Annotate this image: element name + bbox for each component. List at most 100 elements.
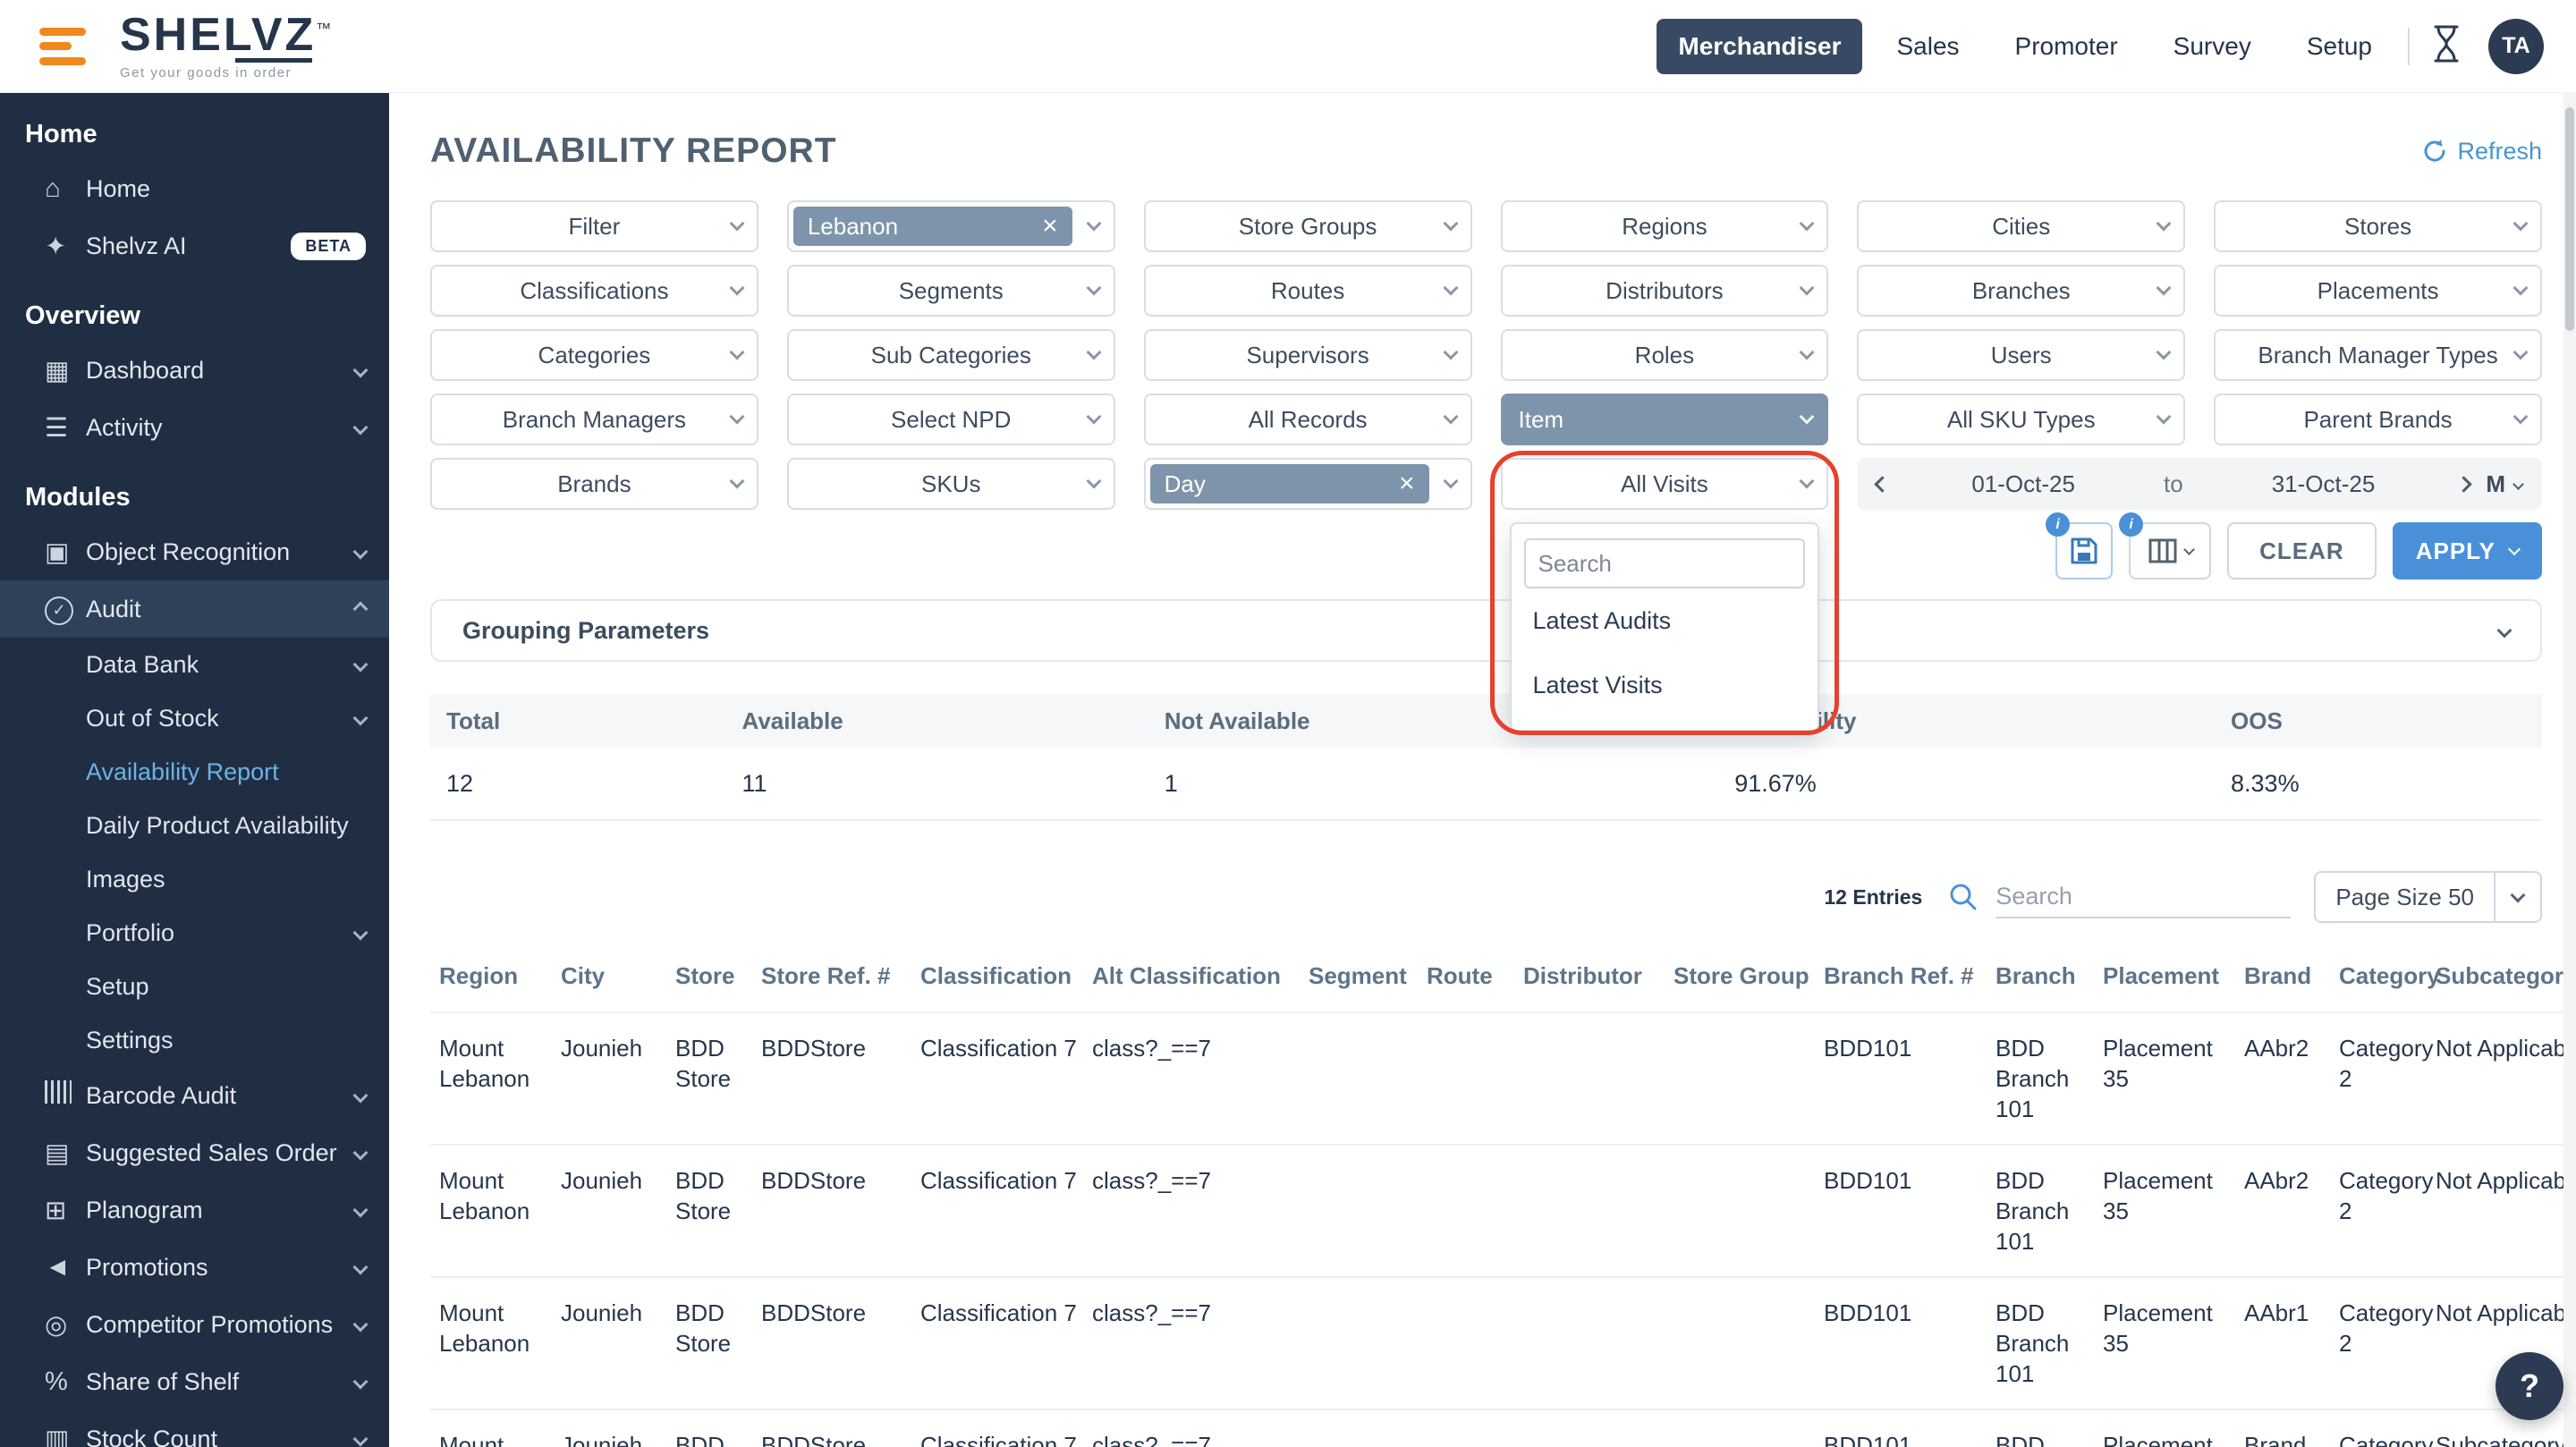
- chevron-down-icon: [2512, 478, 2524, 490]
- sidebar-item-promotions[interactable]: ◄ Promotions: [0, 1239, 389, 1296]
- stores-dropdown[interactable]: Stores: [2214, 200, 2542, 252]
- brands-dropdown[interactable]: Brands: [430, 458, 758, 510]
- sidebar-item-object-recognition[interactable]: ▣ Object Recognition: [0, 523, 389, 580]
- divider: [2408, 28, 2410, 65]
- branch-managers-dropdown[interactable]: Branch Managers: [430, 393, 758, 445]
- roles-dropdown[interactable]: Roles: [1501, 329, 1829, 381]
- users-dropdown[interactable]: Users: [1857, 329, 2185, 381]
- table-cell: class?_==7: [1092, 1012, 1309, 1145]
- vertical-scrollbar[interactable]: [2563, 93, 2576, 1447]
- dropdown-option-latest-audits[interactable]: Latest Audits: [1524, 588, 1806, 653]
- sidebar-item-barcode-audit[interactable]: Barcode Audit: [0, 1067, 389, 1124]
- table-cell: AAbr1: [2244, 1277, 2339, 1409]
- search-icon[interactable]: [1945, 879, 1981, 915]
- skus-dropdown[interactable]: SKUs: [787, 458, 1115, 510]
- sidebar-item-share-of-shelf[interactable]: % Share of Shelf: [0, 1353, 389, 1410]
- date-range-picker[interactable]: 01-Oct-25 to 31-Oct-25 M: [1857, 458, 2542, 510]
- sidebar-item-shelvz-ai[interactable]: ✦ Shelvz AI BETA: [0, 217, 389, 275]
- availability-data-table: Region City Store Store Ref. # Classific…: [430, 962, 2576, 1447]
- summary-header-total: Total: [430, 707, 726, 735]
- country-dropdown[interactable]: Lebanon×: [787, 200, 1115, 252]
- brand-logo[interactable]: SHELVZ™ Get your goods in order: [120, 12, 334, 80]
- remove-chip-icon[interactable]: ×: [1042, 213, 1058, 240]
- col-header-distributor: Distributor: [1523, 962, 1674, 1012]
- chevron-down-icon: [353, 1317, 369, 1333]
- chevron-down-button[interactable]: [2494, 873, 2540, 921]
- sidebar-item-availability-report[interactable]: Availability Report: [0, 745, 389, 799]
- table-cell: BDDStore: [761, 1145, 920, 1277]
- all-sku-types-dropdown[interactable]: All SKU Types: [1857, 393, 2185, 445]
- next-period-icon[interactable]: [2456, 476, 2472, 492]
- select-npd-dropdown[interactable]: Select NPD: [787, 393, 1115, 445]
- sidebar-item-out-of-stock[interactable]: Out of Stock: [0, 691, 389, 745]
- nav-tab-merchandiser[interactable]: Merchandiser: [1657, 19, 1862, 74]
- branches-dropdown[interactable]: Branches: [1857, 265, 2185, 317]
- sidebar-item-data-bank[interactable]: Data Bank: [0, 638, 389, 691]
- date-end[interactable]: 31-Oct-25: [2189, 470, 2459, 498]
- sidebar-item-planogram[interactable]: ⊞ Planogram: [0, 1181, 389, 1239]
- refresh-button[interactable]: Refresh: [2421, 138, 2542, 165]
- dropdown-option-latest-visits[interactable]: Latest Visits: [1524, 653, 1806, 717]
- save-filter-button[interactable]: i: [2055, 522, 2113, 580]
- placements-dropdown[interactable]: Placements: [2214, 265, 2542, 317]
- segments-dropdown[interactable]: Segments: [787, 265, 1115, 317]
- sidebar-item-stock-count[interactable]: ▥ Stock Count: [0, 1410, 389, 1447]
- cities-dropdown[interactable]: Cities: [1857, 200, 2185, 252]
- filter-dropdown[interactable]: Filter: [430, 200, 758, 252]
- sub-categories-dropdown[interactable]: Sub Categories: [787, 329, 1115, 381]
- scrollbar-thumb[interactable]: [2565, 107, 2574, 331]
- table-cell: [1427, 1145, 1523, 1277]
- period-dropdown[interactable]: Day×: [1144, 458, 1472, 510]
- item-dropdown[interactable]: Item: [1501, 393, 1829, 445]
- nav-tab-survey[interactable]: Survey: [2152, 19, 2273, 74]
- entries-count: 12 Entries: [1824, 885, 1922, 910]
- apply-button[interactable]: APPLY: [2393, 522, 2542, 580]
- sidebar-item-setup[interactable]: Setup: [0, 960, 389, 1013]
- chevron-down-icon: [729, 281, 744, 296]
- store-groups-dropdown[interactable]: Store Groups: [1144, 200, 1472, 252]
- clear-button[interactable]: CLEAR: [2227, 522, 2377, 580]
- audit-icon: ✓: [45, 593, 86, 625]
- grouping-parameters-section[interactable]: Grouping Parameters: [430, 599, 2542, 662]
- chevron-down-icon: [729, 410, 744, 425]
- table-row: Mount Lebanon Jounieh BDD Store BDDStore…: [430, 1277, 2576, 1409]
- hamburger-menu-icon[interactable]: [39, 28, 86, 65]
- nav-tab-setup[interactable]: Setup: [2285, 19, 2394, 74]
- visits-search-input[interactable]: [1524, 538, 1806, 588]
- routes-dropdown[interactable]: Routes: [1144, 265, 1472, 317]
- regions-dropdown[interactable]: Regions: [1501, 200, 1829, 252]
- beta-badge: BETA: [291, 233, 366, 260]
- sidebar-item-audit[interactable]: ✓ Audit: [0, 580, 389, 638]
- hourglass-icon[interactable]: [2431, 24, 2462, 68]
- all-visits-dropdown[interactable]: All Visits: [1501, 458, 1829, 510]
- remove-chip-icon[interactable]: ×: [1399, 470, 1415, 497]
- date-start[interactable]: 01-Oct-25: [1888, 470, 2158, 498]
- parent-brands-dropdown[interactable]: Parent Brands: [2214, 393, 2542, 445]
- sidebar-item-home[interactable]: ⌂ Home: [0, 160, 389, 217]
- sidebar-item-portfolio[interactable]: Portfolio: [0, 906, 389, 960]
- planogram-icon: ⊞: [45, 1195, 86, 1226]
- sidebar-item-suggested-sales-order[interactable]: ▤ Suggested Sales Order: [0, 1124, 389, 1181]
- page-size-dropdown[interactable]: Page Size 50: [2314, 871, 2542, 923]
- help-button[interactable]: ?: [2496, 1352, 2563, 1420]
- sidebar-item-activity[interactable]: ☰ Activity: [0, 399, 389, 456]
- branch-manager-types-dropdown[interactable]: Branch Manager Types: [2214, 329, 2542, 381]
- column-settings-button[interactable]: i: [2129, 522, 2211, 580]
- user-avatar[interactable]: TA: [2488, 19, 2544, 74]
- period-mode-dropdown[interactable]: M: [2486, 470, 2522, 498]
- supervisors-dropdown[interactable]: Supervisors: [1144, 329, 1472, 381]
- table-search-input[interactable]: [1996, 876, 2291, 918]
- categories-dropdown[interactable]: Categories: [430, 329, 758, 381]
- sidebar-item-daily-product-availability[interactable]: Daily Product Availability: [0, 799, 389, 852]
- nav-tab-promoter[interactable]: Promoter: [1994, 19, 2140, 74]
- brand-name: SHELVZ™: [120, 12, 334, 58]
- classifications-dropdown[interactable]: Classifications: [430, 265, 758, 317]
- sidebar-item-images[interactable]: Images: [0, 852, 389, 906]
- sidebar-item-dashboard[interactable]: ▦ Dashboard: [0, 342, 389, 399]
- all-records-dropdown[interactable]: All Records: [1144, 393, 1472, 445]
- nav-tab-sales[interactable]: Sales: [1875, 19, 1980, 74]
- sidebar-item-competitor-promotions[interactable]: ◎ Competitor Promotions: [0, 1296, 389, 1353]
- distributors-dropdown[interactable]: Distributors: [1501, 265, 1829, 317]
- table-header-row: Region City Store Store Ref. # Classific…: [430, 962, 2576, 1012]
- sidebar-item-settings[interactable]: Settings: [0, 1013, 389, 1067]
